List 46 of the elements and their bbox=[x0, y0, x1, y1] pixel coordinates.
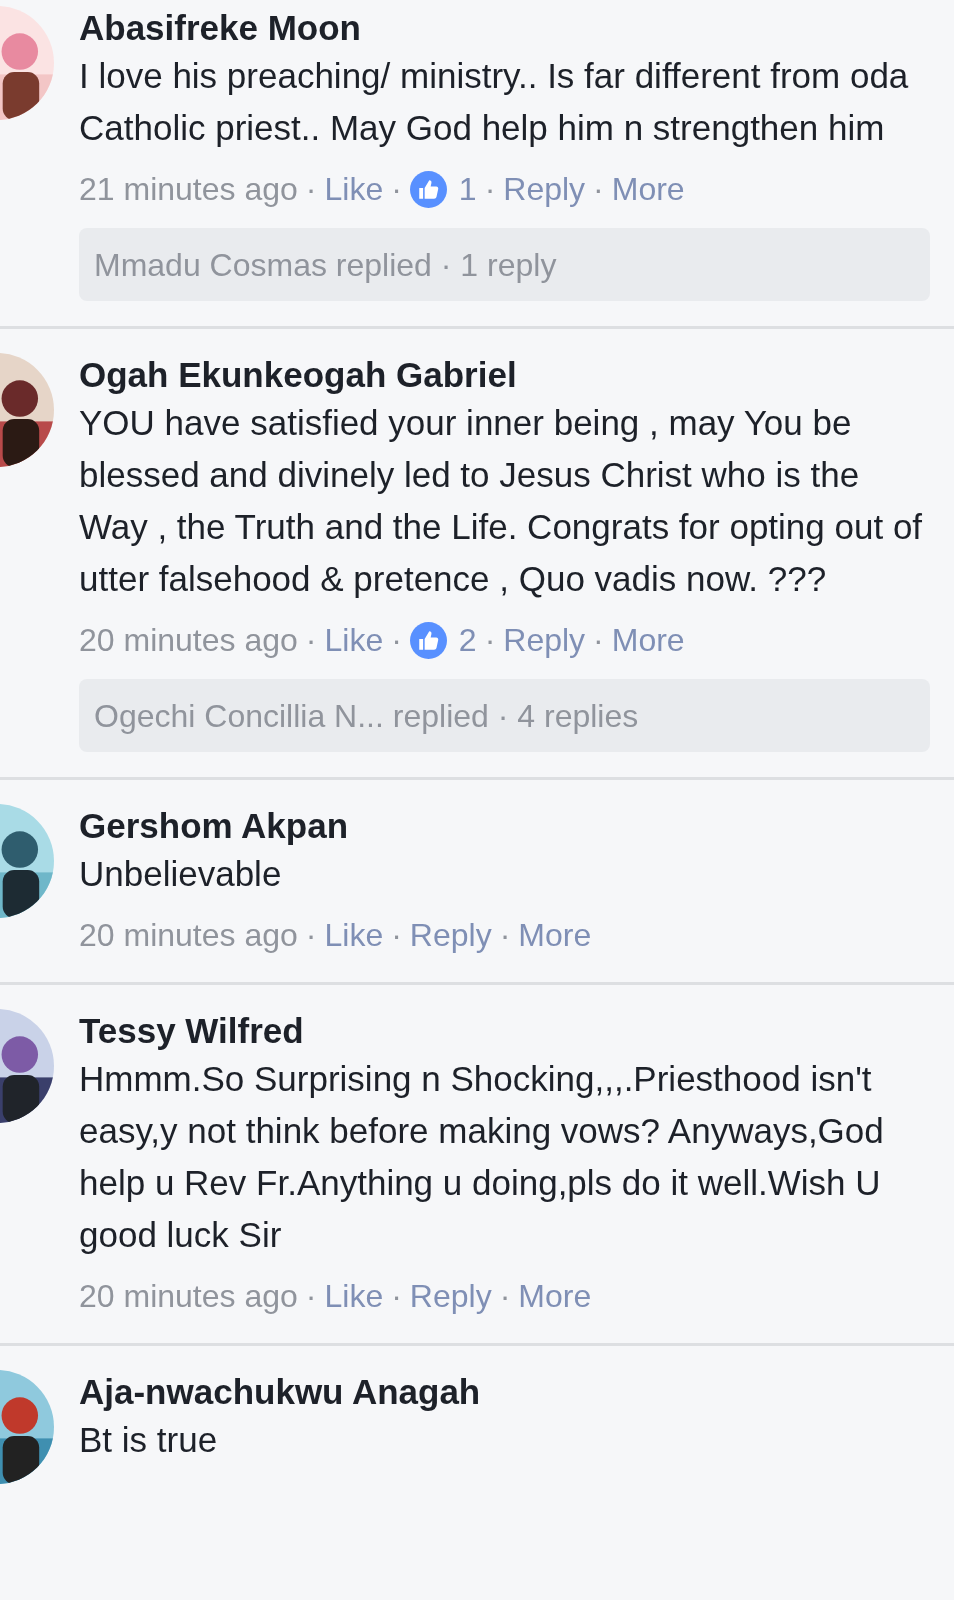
comment-text: Bt is true bbox=[79, 1419, 219, 1461]
comment-text: I love his preaching/ ministry.. Is far different from oda Catholic priest.. May God help him n strengthen him bbox=[79, 55, 910, 149]
action-link[interactable]: More bbox=[611, 167, 685, 211]
action-link[interactable]: Like bbox=[324, 618, 384, 662]
separator: · bbox=[593, 170, 604, 209]
separator: · bbox=[391, 170, 402, 209]
comment-text: Hmmm.So Surprising n Shocking,,,.Priesthood isn't easy,y not think before making vows? Anyways,God help u Rev Fr.Anything u doing,pls do it well.Wish U good luck Sir bbox=[79, 1058, 885, 1256]
action-link[interactable]: Like bbox=[324, 167, 384, 211]
commenter-name[interactable]: Tessy Wilfred bbox=[79, 1009, 930, 1053]
action-link[interactable]: Reply bbox=[503, 167, 586, 211]
separator: · bbox=[593, 621, 604, 660]
commenter-name[interactable]: Aja-nwachukwu Anagah bbox=[79, 1370, 930, 1414]
action-link[interactable]: Like bbox=[324, 1274, 384, 1318]
replies-summary[interactable]: Ogechi Concillia N... replied · 4 replies bbox=[79, 679, 930, 752]
separator: · bbox=[391, 1277, 402, 1316]
separator: · bbox=[305, 916, 317, 955]
action-link[interactable]: More bbox=[611, 618, 685, 662]
action-link[interactable]: More bbox=[518, 1274, 592, 1318]
commenter-name[interactable]: Gershom Akpan bbox=[79, 804, 930, 848]
action-link[interactable]: Reply bbox=[503, 618, 586, 662]
commenter-name[interactable]: Abasifreke Moon bbox=[79, 6, 930, 50]
separator: · bbox=[305, 1277, 317, 1316]
separator: · bbox=[391, 621, 402, 660]
reaction-count: 1 bbox=[458, 170, 477, 209]
replies-summary[interactable]: Mmadu Cosmas replied · 1 reply bbox=[79, 228, 930, 301]
commenter-name[interactable]: Ogah Ekunkeogah Gabriel bbox=[79, 353, 930, 397]
timestamp: 20 minutes ago bbox=[79, 916, 298, 955]
comment-text: YOU have satisfied your inner being , may You be blessed and divinely led to Jesus Christ who is the Way , the Truth and the Life. Congrats for opting out of utter falsehood & pretence , Quo vadis now. ??? bbox=[79, 402, 924, 600]
action-link[interactable]: Reply bbox=[409, 913, 492, 957]
thumbs-up-icon bbox=[409, 170, 447, 208]
reaction-count: 2 bbox=[458, 621, 477, 660]
separator: · bbox=[305, 170, 317, 209]
thumbs-up-icon bbox=[409, 621, 447, 659]
separator: · bbox=[499, 1277, 511, 1316]
timestamp: 20 minutes ago bbox=[79, 1277, 298, 1316]
separator: · bbox=[499, 916, 511, 955]
action-link[interactable]: Reply bbox=[409, 1274, 492, 1318]
separator: · bbox=[391, 916, 402, 955]
separator: · bbox=[305, 621, 317, 660]
timestamp: 20 minutes ago bbox=[79, 621, 298, 660]
action-link[interactable]: More bbox=[518, 913, 592, 957]
separator: · bbox=[484, 621, 496, 660]
separator: · bbox=[484, 170, 496, 209]
timestamp: 21 minutes ago bbox=[79, 170, 298, 209]
action-link[interactable]: Like bbox=[324, 913, 384, 957]
comment-text: Unbelievable bbox=[79, 853, 283, 895]
